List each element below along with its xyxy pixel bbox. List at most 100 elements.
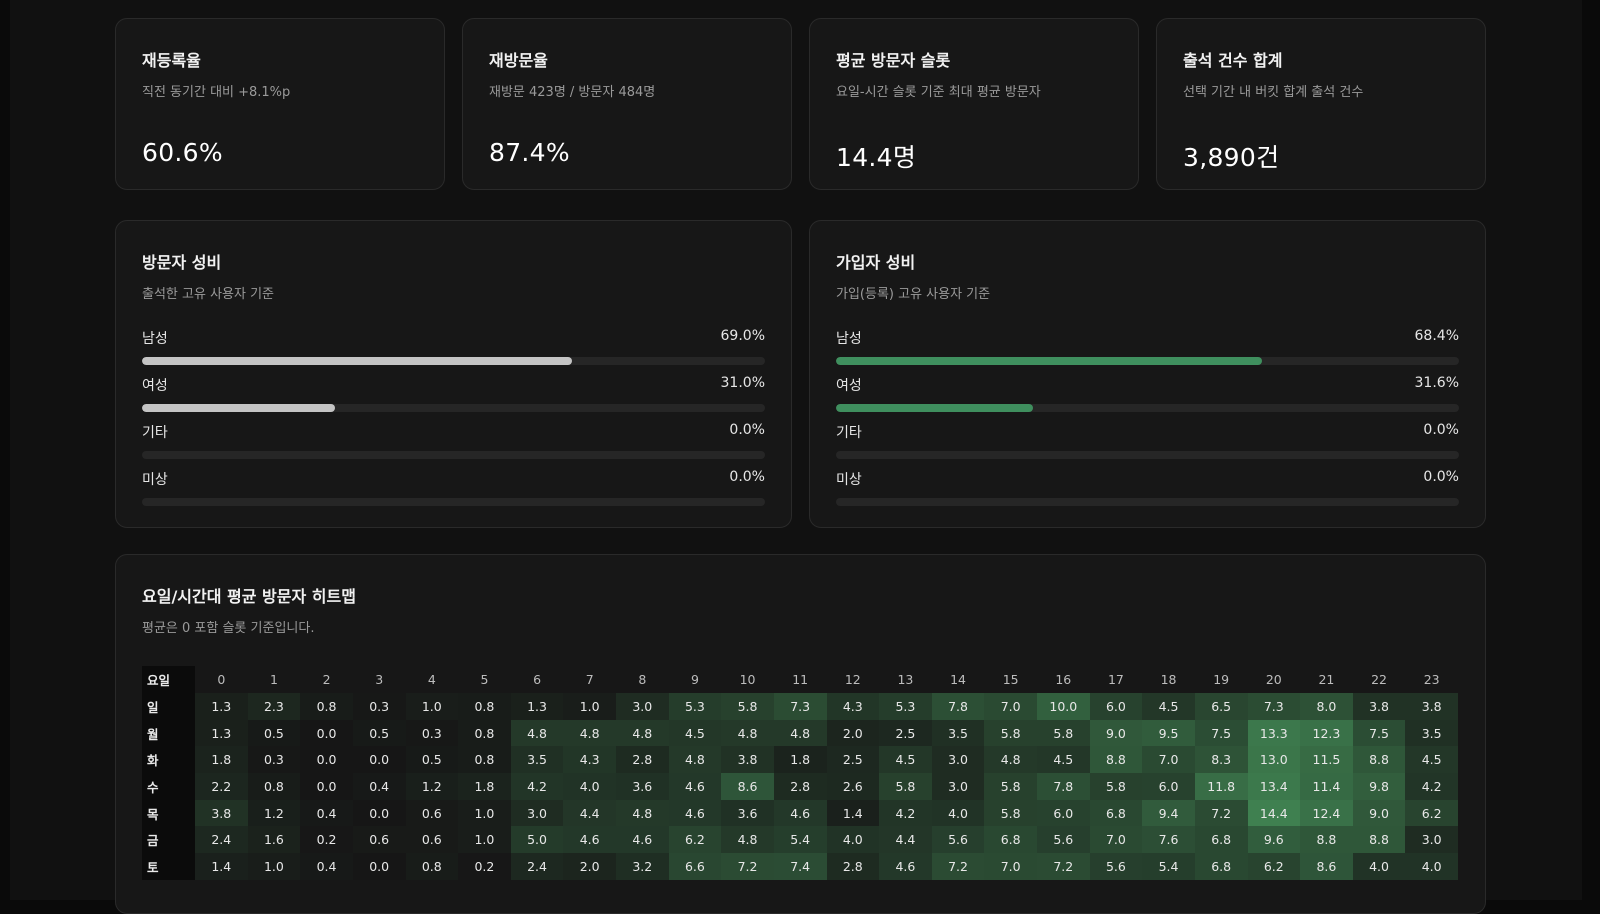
heatmap-cell: 4.2 xyxy=(1405,773,1458,800)
progress-track xyxy=(836,357,1459,365)
heatmap-cell: 8.6 xyxy=(721,773,774,800)
heatmap-cell: 7.4 xyxy=(773,853,827,880)
gender-row-other: 기타 0.0% xyxy=(836,422,1459,469)
heatmap-hour-header: 0 xyxy=(217,672,226,687)
gender-label: 기타 xyxy=(836,425,862,441)
heatmap-cell: 0.8 xyxy=(458,693,511,720)
heatmap-cell: 4.8 xyxy=(616,719,669,747)
heatmap-hour-header: 15 xyxy=(1002,672,1019,687)
progress-track xyxy=(142,451,765,459)
heatmap-hour-header: 13 xyxy=(897,672,914,687)
heatmap-cell: 2.8 xyxy=(826,853,880,880)
heatmap-cell: 3.0 xyxy=(616,693,669,720)
heatmap-cell: 7.2 xyxy=(1194,799,1248,827)
heatmap-cell: 2.6 xyxy=(826,773,880,800)
kpi-subtitle: 선택 기간 내 버킷 합계 출석 건수 xyxy=(1183,85,1364,100)
gender-value: 0.0% xyxy=(1423,469,1459,485)
heatmap-cell: 5.6 xyxy=(931,826,985,854)
heatmap-cell: 7.0 xyxy=(984,693,1037,720)
heatmap-cell: 6.0 xyxy=(1037,799,1090,827)
heatmap-cell: 14.4 xyxy=(1247,799,1301,827)
gender-row-female: 여성 31.0% xyxy=(142,375,765,422)
heatmap-cell: 7.6 xyxy=(1142,826,1195,854)
heatmap-cell: 4.5 xyxy=(1405,746,1458,774)
gender-label: 미상 xyxy=(142,472,168,488)
heatmap-cell: 5.8 xyxy=(879,773,932,800)
heatmap-cell: 4.5 xyxy=(879,746,932,774)
heatmap-cell: 4.8 xyxy=(773,719,827,747)
heatmap-cell: 1.0 xyxy=(563,693,616,720)
heatmap-cell: 4.0 xyxy=(563,773,616,800)
heatmap-cell: 4.5 xyxy=(1142,693,1195,720)
heatmap-cell: 6.6 xyxy=(668,853,722,880)
progress-track xyxy=(836,498,1459,506)
kpi-subtitle: 직전 동기간 대비 +8.1%p xyxy=(142,85,291,100)
heatmap-cell: 6.0 xyxy=(1142,773,1195,800)
heatmap-cell: 2.4 xyxy=(510,853,564,880)
heatmap-cell: 4.3 xyxy=(563,746,616,774)
heatmap-cell: 3.8 xyxy=(1405,693,1458,720)
heatmap-cell: 6.2 xyxy=(668,826,722,854)
heatmap-hour-header: 23 xyxy=(1423,672,1440,687)
heatmap-day-label: 수 xyxy=(142,773,195,800)
heatmap-cell: 3.6 xyxy=(616,773,669,800)
kpi-title: 출석 건수 합계 xyxy=(1183,51,1283,70)
heatmap-cell: 0.8 xyxy=(458,719,511,747)
heatmap-cell: 4.8 xyxy=(721,719,774,747)
gender-row-male: 남성 69.0% xyxy=(142,328,765,375)
heatmap-cell: 4.6 xyxy=(616,826,669,854)
heatmap-cell: 1.0 xyxy=(405,693,459,720)
heatmap-row: 월 1.3 0.5 0.0 0.5 0.3 0.8 4.8 4.8 4.8 4.5 4.8 4.8 2.0… xyxy=(142,719,1458,747)
progress-track xyxy=(836,404,1459,412)
heatmap-cell: 0.0 xyxy=(352,853,406,880)
gender-label: 기타 xyxy=(142,425,168,441)
heatmap-cell: 7.2 xyxy=(931,853,985,880)
heatmap-cell: 3.8 xyxy=(1352,693,1406,720)
kpi-title: 재등록율 xyxy=(142,51,201,70)
heatmap-day-label: 금 xyxy=(142,826,195,854)
gender-label: 남성 xyxy=(142,331,168,347)
heatmap-cell: 2.4 xyxy=(195,826,248,854)
heatmap-cell: 8.6 xyxy=(1300,853,1353,880)
heatmap-cell: 5.8 xyxy=(984,773,1037,800)
kpi-card-avg-slot: 평균 방문자 슬롯 요일-시간 슬롯 기준 최대 평균 방문자 14.4명 xyxy=(809,18,1139,190)
heatmap-cell: 13.0 xyxy=(1247,746,1301,774)
heatmap-cell: 4.0 xyxy=(826,826,880,854)
heatmap-cell: 0.6 xyxy=(405,799,459,827)
gender-label: 여성 xyxy=(836,378,862,394)
heatmap-cell: 1.6 xyxy=(247,826,301,854)
heatmap-hour-header: 3 xyxy=(375,672,384,687)
heatmap-cell: 2.0 xyxy=(826,719,880,747)
heatmap-cell: 0.8 xyxy=(247,773,301,800)
heatmap-hour-header: 6 xyxy=(533,672,542,687)
gender-value: 0.0% xyxy=(1423,422,1459,438)
heatmap-cell: 0.2 xyxy=(458,853,511,880)
heatmap-cell: 6.8 xyxy=(1194,853,1248,880)
heatmap-day-label: 일 xyxy=(142,693,195,720)
heatmap-cell: 3.5 xyxy=(1405,719,1458,747)
heatmap-cell: 8.8 xyxy=(1352,746,1406,774)
gender-value: 31.6% xyxy=(1414,375,1459,391)
heatmap-cell: 9.8 xyxy=(1352,773,1406,800)
heatmap-header-row: 요일 0 1 2 3 4 5 6 7 8 9 10 11 12 13 14 15 16 17 18 19 20 21 22 2… xyxy=(142,666,1458,693)
heatmap-row: 화 1.8 0.3 0.0 0.0 0.5 0.8 3.5 4.3 2.8 4.8 3.8 1.8 2.5… xyxy=(142,746,1458,774)
heatmap-cell: 7.3 xyxy=(773,693,827,720)
heatmap-body: 일 1.3 2.3 0.8 0.3 1.0 0.8 1.3 1.0 3.0 5.3 5.8 7.3 4.3… xyxy=(142,693,1458,880)
progress-fill xyxy=(836,404,1033,412)
heatmap-card: 요일/시간대 평균 방문자 히트맵 평균은 0 포함 슬롯 기준입니다. 요일 … xyxy=(115,554,1486,914)
heatmap-cell: 4.0 xyxy=(931,799,985,827)
heatmap-cell: 9.0 xyxy=(1089,719,1143,747)
heatmap-cell: 1.3 xyxy=(510,693,564,720)
heatmap-cell: 7.5 xyxy=(1194,719,1248,747)
heatmap-cell: 4.2 xyxy=(879,799,932,827)
heatmap-cell: 4.0 xyxy=(1405,853,1458,880)
heatmap-cell: 7.0 xyxy=(1089,826,1143,854)
heatmap-cell: 4.4 xyxy=(879,826,932,854)
progress-fill xyxy=(836,357,1263,365)
heatmap-cell: 13.4 xyxy=(1247,773,1301,800)
heatmap-cell: 11.8 xyxy=(1194,773,1248,800)
heatmap-hour-header: 12 xyxy=(844,672,861,687)
heatmap-hour-header: 20 xyxy=(1265,672,1282,687)
heatmap-hour-header: 19 xyxy=(1213,672,1230,687)
heatmap-hour-header: 22 xyxy=(1371,672,1388,687)
